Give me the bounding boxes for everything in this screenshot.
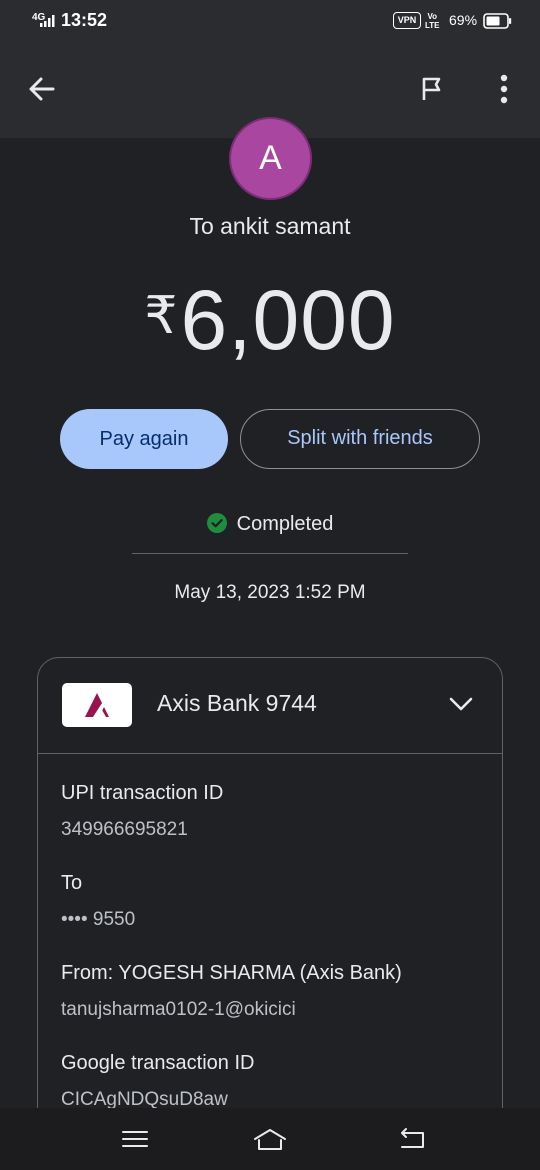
to-label: To bbox=[61, 872, 83, 894]
bank-account-name: Axis Bank 9744 bbox=[157, 690, 317, 716]
home-icon bbox=[254, 1129, 286, 1150]
payment-amount: ₹6,000 bbox=[0, 272, 540, 369]
more-options-button[interactable] bbox=[484, 69, 524, 109]
arrow-back-icon bbox=[29, 77, 55, 101]
more-vert-icon bbox=[500, 74, 508, 104]
system-navigation-bar bbox=[0, 1108, 540, 1170]
axis-bank-logo bbox=[62, 683, 132, 727]
split-with-friends-button[interactable]: Split with friends bbox=[240, 409, 480, 469]
signal-icon bbox=[40, 15, 55, 27]
flag-icon bbox=[422, 77, 441, 100]
currency-symbol: ₹ bbox=[144, 287, 179, 345]
menu-icon bbox=[122, 1131, 148, 1147]
volte-bottom: LTE bbox=[425, 21, 440, 30]
home-button[interactable] bbox=[250, 1124, 290, 1154]
chevron-down-icon[interactable] bbox=[446, 689, 476, 719]
recipient-avatar: A bbox=[229, 117, 312, 200]
volte-top: Vo bbox=[427, 12, 438, 21]
axis-logo-icon bbox=[85, 693, 109, 717]
status-text: Completed bbox=[236, 513, 334, 535]
recipient-name: To ankit samant bbox=[189, 213, 351, 239]
battery-percent: 69% bbox=[449, 12, 478, 28]
report-button[interactable] bbox=[412, 69, 452, 109]
from-upi-id-value: tanujsharma0102-1@okicici bbox=[61, 999, 296, 1020]
volte-icon: Vo LTE bbox=[425, 12, 440, 30]
payment-status: Completed bbox=[0, 513, 540, 536]
back-nav-button[interactable] bbox=[392, 1124, 432, 1154]
vpn-badge: VPN bbox=[393, 12, 421, 29]
transaction-datetime: May 13, 2023 1:52 PM bbox=[174, 582, 366, 603]
transaction-details-screen: 4G 13:52 VPN Vo LTE 69% A To ankit saman… bbox=[0, 0, 540, 1170]
back-button[interactable] bbox=[22, 69, 62, 109]
divider bbox=[132, 553, 408, 554]
recents-button[interactable] bbox=[115, 1124, 155, 1154]
card-divider bbox=[38, 753, 502, 754]
battery-icon bbox=[483, 13, 512, 29]
pay-again-button[interactable]: Pay again bbox=[60, 409, 228, 469]
from-label: From: YOGESH SHARMA (Axis Bank) bbox=[61, 962, 402, 984]
amount-value: 6,000 bbox=[180, 273, 396, 367]
upi-transaction-id-value: 349966695821 bbox=[61, 819, 188, 840]
bank-account-header[interactable]: Axis Bank 9744 bbox=[38, 658, 502, 754]
google-transaction-id-label: Google transaction ID bbox=[61, 1052, 255, 1074]
upi-transaction-id-label: UPI transaction ID bbox=[61, 782, 224, 804]
to-account-value: •••• 9550 bbox=[61, 909, 136, 930]
transaction-details-card: Axis Bank 9744 UPI transaction ID 349966… bbox=[37, 657, 503, 1137]
status-bar: 4G 13:52 VPN Vo LTE 69% bbox=[0, 0, 540, 44]
clock: 13:52 bbox=[61, 10, 108, 30]
check-circle-icon bbox=[206, 513, 227, 533]
return-icon bbox=[401, 1128, 424, 1148]
